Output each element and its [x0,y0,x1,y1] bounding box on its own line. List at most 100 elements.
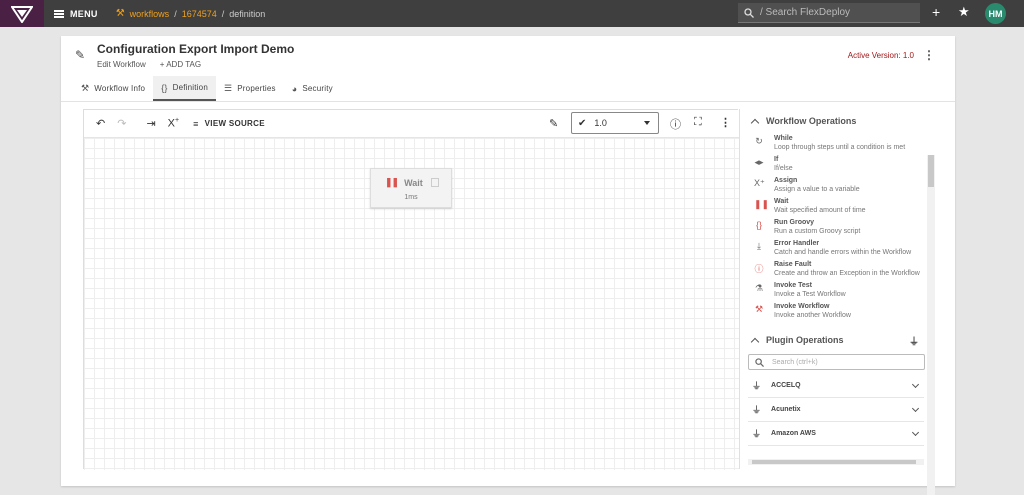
edit-pencil-icon[interactable]: ✎ [75,48,87,62]
operation-item[interactable]: ⓘ Raise Fault Create and throw an Exceptio… [740,260,935,278]
horizontal-scrollbar[interactable] [748,459,924,465]
workflow-operations-list: ↻ While Loop through steps until a conditi… [740,134,935,320]
plugin-list: ⏚ ACCELQ ⏚ Acunetix ⏚ Amazon AWS [740,374,935,446]
tab-label: Properties [237,84,276,93]
undo-icon[interactable]: ↶ [96,117,105,130]
chevron-down-icon [911,404,920,413]
edit-pencil-icon[interactable]: ✎ [549,117,558,130]
delete-icon[interactable] [431,178,439,187]
more-options-icon[interactable]: ⋮ [923,48,935,62]
user-avatar[interactable]: HM [985,3,1006,24]
menu-button[interactable]: MENU [54,9,98,19]
search-placeholder: Search (ctrl+k) [772,358,818,366]
tab-label: Security [302,84,333,93]
tab-workflow-info[interactable]: ⚒ Workflow Info [73,76,153,101]
source-lines-icon: ≡ [193,118,199,129]
operation-description: Invoke a Test Workflow [774,291,846,298]
section-title: Plugin Operations [766,335,844,345]
plugin-operations-header[interactable]: Plugin Operations ⏚ [740,330,935,350]
caret-down-icon [644,121,650,125]
plugin-search-input[interactable]: Search (ctrl+k) [748,354,925,370]
plugin-name: Acunetix [771,406,801,413]
chevron-up-icon [750,337,760,346]
search-icon [755,357,764,367]
operation-name: Error Handler [774,240,820,247]
add-tag-button[interactable]: + ADD TAG [160,60,201,69]
tools-icon: ⚒ [754,304,764,314]
info-icon[interactable]: ⓘ [670,116,681,132]
more-options-icon[interactable]: ⋮ [720,116,731,129]
hammer-icon: ⚒ [81,83,90,93]
operation-item[interactable]: ↻ While Loop through steps until a conditi… [740,134,935,152]
editor-toolbar: ↶ ↷ ⇥ X+ ≡ VIEW SOURCE ✎ ✔ 1.0 ⓘ ⛶ ⋮ [84,110,739,138]
workflow-editor: ↶ ↷ ⇥ X+ ≡ VIEW SOURCE ✎ ✔ 1.0 ⓘ ⛶ ⋮ ❚❚ … [83,109,739,470]
operation-name: Assign [774,177,798,184]
operation-item[interactable]: ◂▸ If If/else [740,155,935,173]
add-icon[interactable]: + [932,4,940,20]
operation-description: Loop through steps until a condition is … [774,144,906,151]
version-value: 1.0 [594,118,607,128]
plugin-item[interactable]: ⏚ ACCELQ [748,374,924,398]
import-icon[interactable]: ⇥ [146,117,155,130]
operation-description: Catch and handle errors within the Workf… [774,249,912,256]
breadcrumb: ⚒ workflows / 1674574 / definition [116,8,266,19]
operation-name: While [774,135,793,142]
view-source-label: VIEW SOURCE [204,119,265,128]
operation-name: Invoke Workflow [774,303,830,310]
operation-name: If [774,156,779,163]
operation-item[interactable]: ⚒ Invoke Workflow Invoke another Workflow [740,302,935,320]
redo-icon[interactable]: ↷ [117,117,126,130]
divider [61,101,955,102]
plug-icon[interactable]: ⏚ [909,333,919,348]
operation-item[interactable]: ❚❚ Wait Wait specified amount of time [740,197,935,215]
pause-icon: ❚❚ [385,177,399,187]
active-version-label: Active Version: 1.0 [847,51,914,60]
list-icon: ☰ [223,83,233,93]
scrollbar-thumb[interactable] [752,460,916,464]
wait-node[interactable]: ❚❚ Wait 1ms [370,168,452,208]
chevron-up-icon [750,118,760,127]
operation-description: Create and throw an Exception in the Wor… [774,270,920,277]
flexdeploy-logo[interactable] [0,0,44,27]
chevron-down-icon [911,428,920,437]
operation-description: If/else [774,165,793,172]
tab-label: Workflow Info [94,84,146,93]
breadcrumb-current: definition [229,8,266,19]
tab-security[interactable]: ◕ Security [284,76,341,101]
global-search-input[interactable]: / Search FlexDeploy [738,3,920,23]
plugin-item[interactable]: ⏚ Acunetix [748,398,924,422]
operation-name: Run Groovy [774,219,815,226]
hamburger-icon [54,9,64,18]
plug-icon: ⏚ [752,405,762,415]
braces-icon: {} [161,82,168,93]
operation-name: Raise Fault [774,261,812,268]
vertical-scrollbar[interactable] [927,155,935,495]
plug-icon: ⏚ [752,429,762,439]
version-select[interactable]: ✔ 1.0 [571,112,659,134]
braces-icon: {} [755,220,762,230]
breadcrumb-workflows[interactable]: workflows [130,9,170,19]
pause-icon: ❚❚ [754,199,770,209]
operation-name: Invoke Test [774,282,812,289]
tab-properties[interactable]: ☰ Properties [216,76,284,101]
loop-icon: ↻ [755,136,763,146]
plugin-item[interactable]: ⏚ Amazon AWS [748,422,924,446]
workflow-header: ✎ Configuration Export Import Demo Edit … [75,42,294,69]
variable-icon: X⁺ [754,178,765,188]
tab-bar: ⚒ Workflow Info {} Definition ☰ Properti… [73,76,341,101]
view-source-button[interactable]: ≡ VIEW SOURCE [193,119,265,129]
tab-label: Definition [172,83,208,92]
workflow-canvas[interactable]: ❚❚ Wait 1ms [84,138,739,470]
edit-workflow-link[interactable]: Edit Workflow [97,60,146,69]
breadcrumb-workflow-id[interactable]: 1674574 [182,9,217,19]
variables-icon[interactable]: X+ [168,117,179,130]
tab-definition[interactable]: {} Definition [153,76,216,101]
operation-item[interactable]: ⤓ Error Handler Catch and handle errors wi… [740,239,935,257]
scrollbar-thumb[interactable] [928,155,934,187]
star-icon[interactable]: ★ [958,4,970,20]
operation-item[interactable]: ⚗ Invoke Test Invoke a Test Workflow [740,281,935,299]
operation-item[interactable]: X⁺ Assign Assign a value to a variable [740,176,935,194]
operation-item[interactable]: {} Run Groovy Run a custom Groovy script [740,218,935,236]
workflow-operations-header[interactable]: Workflow Operations [740,111,935,131]
fullscreen-icon[interactable]: ⛶ [694,116,702,129]
